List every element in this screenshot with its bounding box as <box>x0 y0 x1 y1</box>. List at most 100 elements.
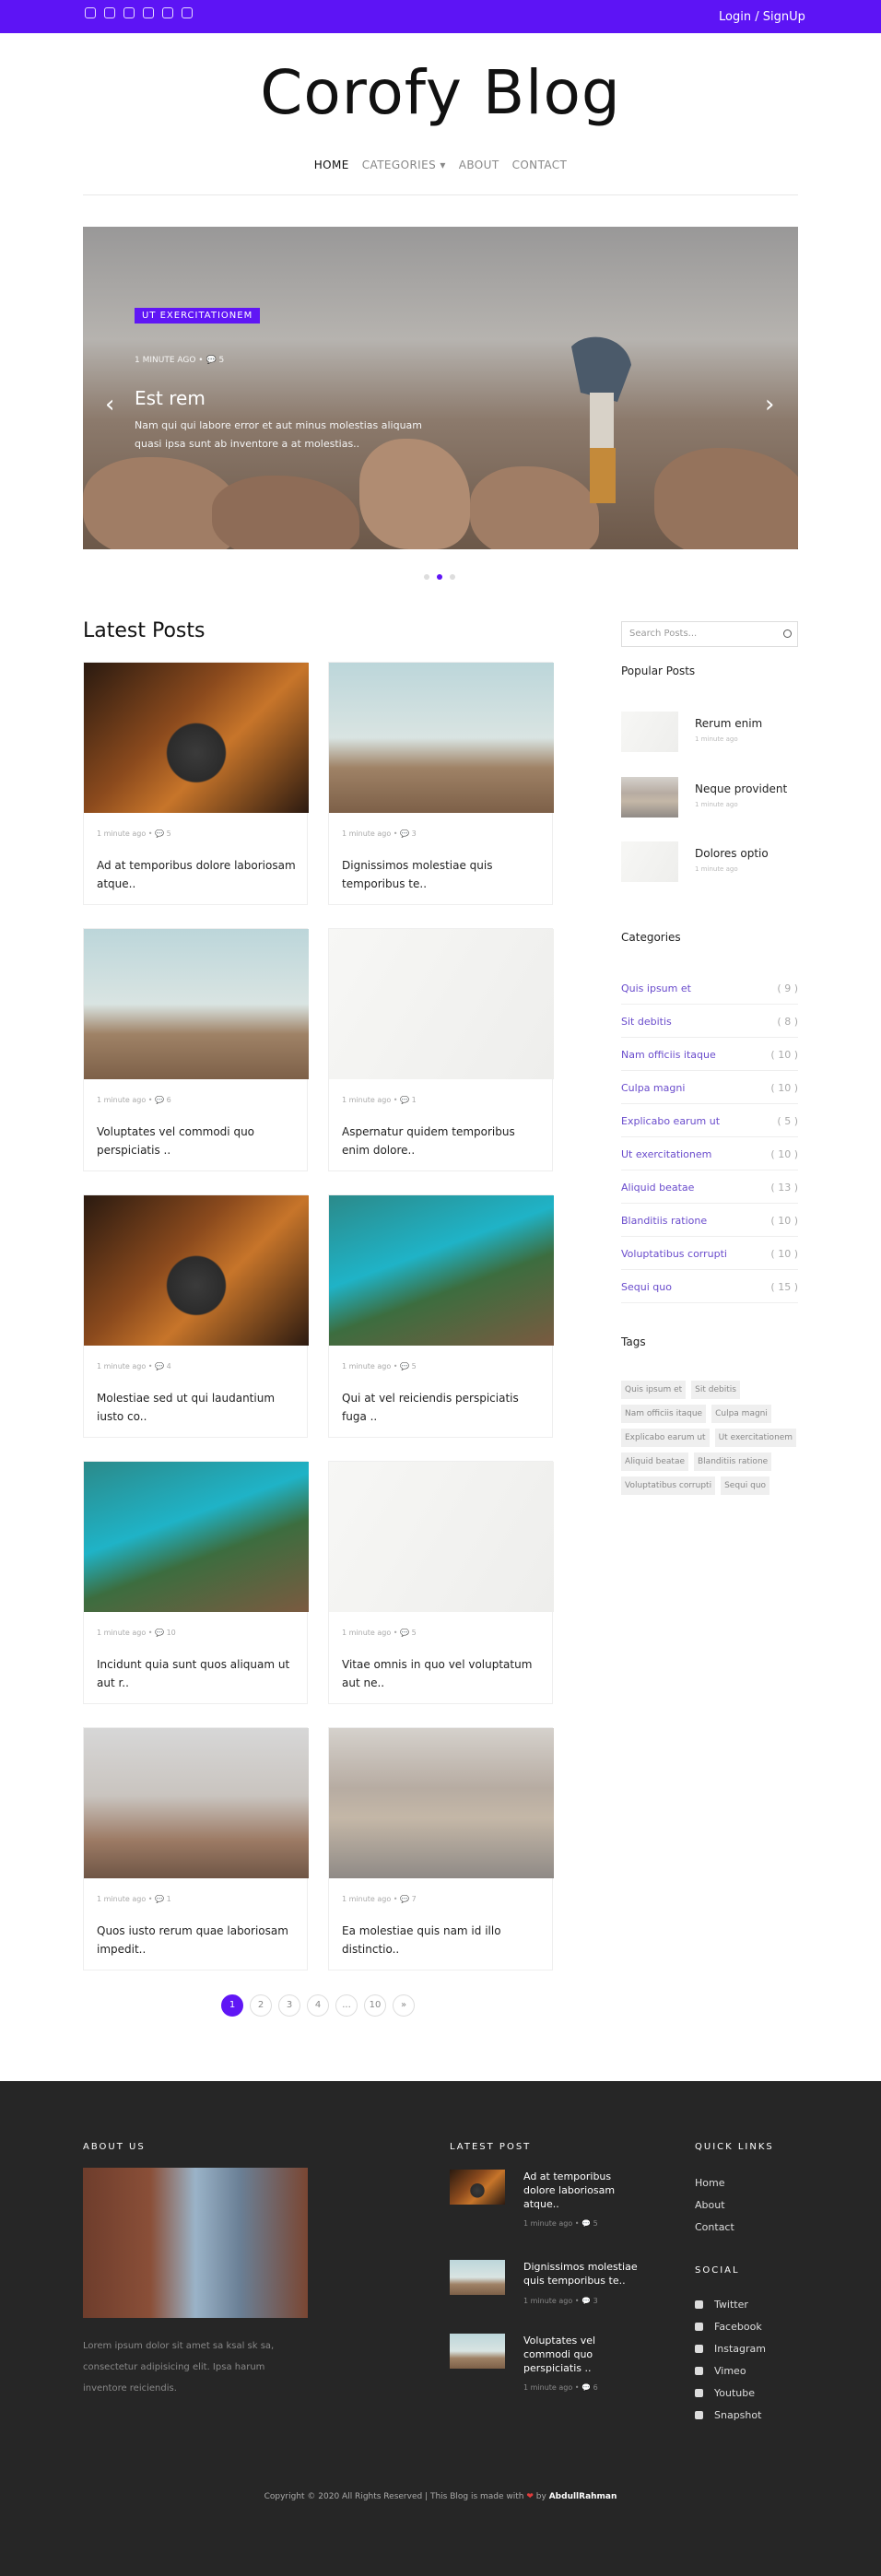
category-name[interactable]: Aliquid beatae <box>621 1182 694 1194</box>
popular-post-title[interactable]: Dolores optio <box>695 847 769 860</box>
social-label[interactable]: Snapshot <box>714 2409 761 2421</box>
tag[interactable]: Blanditiis ratione <box>694 1453 772 1471</box>
category-item[interactable]: Nam officiis itaque ( 10 ) <box>621 1038 798 1071</box>
category-name[interactable]: Ut exercitationem <box>621 1148 711 1160</box>
quick-link-home[interactable]: Home <box>695 2177 724 2189</box>
footer-post-thumb[interactable] <box>450 2170 505 2205</box>
tag[interactable]: Sequi quo <box>721 1476 770 1495</box>
post-image[interactable] <box>84 663 309 813</box>
popular-post[interactable]: Dolores optio 1 minute ago <box>621 841 798 882</box>
post-title[interactable]: Molestiae sed ut qui laudantium iusto co… <box>97 1389 300 1426</box>
category-name[interactable]: Sequi quo <box>621 1281 672 1293</box>
tag[interactable]: Voluptatibus corrupti <box>621 1476 716 1495</box>
tag[interactable]: Quis ipsum et <box>621 1381 687 1399</box>
popular-post-thumb[interactable] <box>621 777 678 817</box>
post-title[interactable]: Dignissimos molestiae quis temporibus te… <box>342 856 545 893</box>
quick-link-about[interactable]: About <box>695 2199 725 2211</box>
popular-post-thumb[interactable] <box>621 712 678 752</box>
post-card[interactable]: 1 minute ago • 💬 3 Dignissimos molestiae… <box>328 662 554 905</box>
facebook-icon[interactable] <box>162 7 173 18</box>
instagram-icon[interactable] <box>104 7 115 18</box>
post-image[interactable] <box>329 663 554 813</box>
category-name[interactable]: Nam officiis itaque <box>621 1049 716 1061</box>
carousel-next-icon[interactable]: › <box>765 391 774 418</box>
footer-post-thumb[interactable] <box>450 2260 505 2295</box>
blog-brand-title[interactable]: Corofy Blog <box>0 57 881 128</box>
tag[interactable]: Culpa magni <box>711 1405 771 1423</box>
carousel-dot-active[interactable] <box>437 574 442 580</box>
page-1[interactable]: 1 <box>221 1994 243 2017</box>
post-card[interactable]: 1 minute ago • 💬 5 Ad at temporibus dolo… <box>83 662 309 905</box>
post-title[interactable]: Voluptates vel commodi quo perspiciatis … <box>97 1123 300 1159</box>
social-label[interactable]: Youtube <box>714 2387 755 2399</box>
hero-carousel[interactable]: UT EXERCITATIONEM 1 MINUTE AGO • 💬 5 Est… <box>83 227 798 549</box>
post-image[interactable] <box>329 1462 554 1612</box>
footer-post-title[interactable]: Ad at temporibus dolore laboriosam atque… <box>523 2170 643 2211</box>
twitter-icon[interactable] <box>143 7 154 18</box>
page-10[interactable]: 10 <box>364 1994 386 2017</box>
nav-contact[interactable]: CONTACT <box>512 159 568 171</box>
category-item[interactable]: Explicabo earum ut ( 5 ) <box>621 1104 798 1137</box>
category-item[interactable]: Aliquid beatae ( 13 ) <box>621 1170 798 1204</box>
carousel-dot[interactable] <box>450 574 455 580</box>
social-label[interactable]: Facebook <box>714 2321 762 2333</box>
social-label[interactable]: Vimeo <box>714 2365 746 2377</box>
social-link-vimeo[interactable]: Vimeo <box>695 2365 746 2377</box>
post-card[interactable]: 1 minute ago • 💬 7 Ea molestiae quis nam… <box>328 1727 554 1970</box>
nav-categories[interactable]: CATEGORIES ▾ <box>362 159 446 171</box>
post-card[interactable]: 1 minute ago • 💬 10 Incidunt quia sunt q… <box>83 1461 309 1704</box>
post-image[interactable] <box>84 1462 309 1612</box>
hero-category-badge[interactable]: UT EXERCITATIONEM <box>135 308 261 323</box>
social-link-twitter[interactable]: Twitter <box>695 2299 748 2311</box>
category-name[interactable]: Culpa magni <box>621 1082 685 1094</box>
search-icon[interactable] <box>783 629 792 638</box>
carousel-prev-icon[interactable]: ‹ <box>105 391 114 418</box>
youtube-icon[interactable] <box>85 7 96 18</box>
nav-home[interactable]: HOME <box>314 159 349 171</box>
category-item[interactable]: Sequi quo ( 15 ) <box>621 1270 798 1303</box>
author-link[interactable]: AbdullRahman <box>549 2492 617 2501</box>
page-next[interactable]: » <box>393 1994 415 2017</box>
category-item[interactable]: Quis ipsum et ( 9 ) <box>621 971 798 1005</box>
post-title[interactable]: Aspernatur quidem temporibus enim dolore… <box>342 1123 545 1159</box>
post-card[interactable]: 1 minute ago • 💬 1 Quos iusto rerum quae… <box>83 1727 309 1970</box>
social-label[interactable]: Instagram <box>714 2343 766 2355</box>
page-2[interactable]: 2 <box>250 1994 272 2017</box>
hero-title[interactable]: Est rem <box>135 387 206 409</box>
footer-post[interactable]: Voluptates vel commodi quo perspiciatis … <box>450 2334 606 2392</box>
footer-post[interactable]: Dignissimos molestiae quis temporibus te… <box>450 2260 638 2306</box>
popular-post[interactable]: Neque provident 1 minute ago <box>621 777 798 817</box>
popular-post-title[interactable]: Neque provident <box>695 782 787 795</box>
category-name[interactable]: Quis ipsum et <box>621 982 691 994</box>
social-label[interactable]: Twitter <box>714 2299 748 2311</box>
category-name[interactable]: Sit debitis <box>621 1016 672 1028</box>
login-signup-link[interactable]: Login / SignUp <box>719 10 805 24</box>
tag[interactable]: Ut exercitationem <box>714 1429 797 1447</box>
post-image[interactable] <box>329 1195 554 1346</box>
footer-post-title[interactable]: Dignissimos molestiae quis temporibus te… <box>523 2260 643 2288</box>
social-link-youtube[interactable]: Youtube <box>695 2387 755 2399</box>
post-image[interactable] <box>329 929 554 1079</box>
post-title[interactable]: Incidunt quia sunt quos aliquam ut aut r… <box>97 1655 300 1692</box>
post-card[interactable]: 1 minute ago • 💬 4 Molestiae sed ut qui … <box>83 1194 309 1438</box>
category-name[interactable]: Blanditiis ratione <box>621 1215 707 1227</box>
post-card[interactable]: 1 minute ago • 💬 5 Qui at vel reiciendis… <box>328 1194 554 1438</box>
page-3[interactable]: 3 <box>278 1994 300 2017</box>
social-link-facebook[interactable]: Facebook <box>695 2321 762 2333</box>
post-title[interactable]: Ad at temporibus dolore laboriosam atque… <box>97 856 300 893</box>
popular-post-title[interactable]: Rerum enim <box>695 717 762 730</box>
post-title[interactable]: Ea molestiae quis nam id illo distinctio… <box>342 1922 545 1958</box>
social-link-snapshot[interactable]: Snapshot <box>695 2409 761 2421</box>
carousel-dot[interactable] <box>424 574 429 580</box>
vimeo-icon[interactable] <box>123 7 135 18</box>
post-card[interactable]: 1 minute ago • 💬 6 Voluptates vel commod… <box>83 928 309 1171</box>
footer-post[interactable]: Ad at temporibus dolore laboriosam atque… <box>450 2170 615 2228</box>
category-name[interactable]: Voluptatibus corrupti <box>621 1248 727 1260</box>
post-title[interactable]: Quos iusto rerum quae laboriosam impedit… <box>97 1922 300 1958</box>
post-card[interactable]: 1 minute ago • 💬 5 Vitae omnis in quo ve… <box>328 1461 554 1704</box>
post-image[interactable] <box>84 1195 309 1346</box>
page-4[interactable]: 4 <box>307 1994 329 2017</box>
post-image[interactable] <box>84 929 309 1079</box>
category-item[interactable]: Ut exercitationem ( 10 ) <box>621 1137 798 1170</box>
tag[interactable]: Nam officiis itaque <box>621 1405 707 1423</box>
